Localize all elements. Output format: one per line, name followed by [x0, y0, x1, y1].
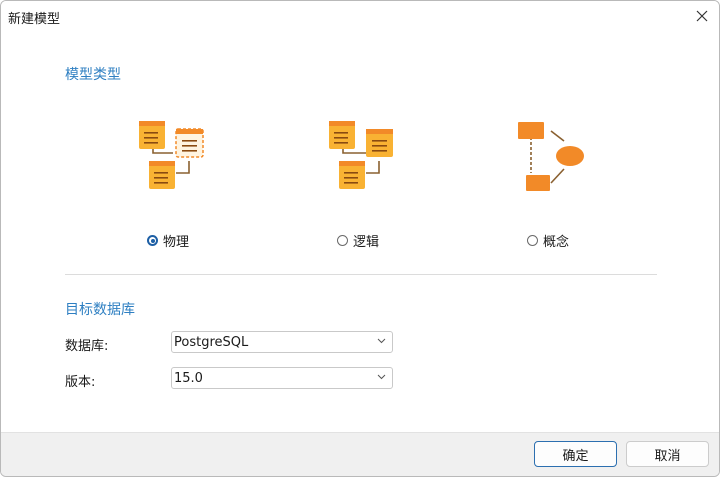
cancel-button[interactable]: 取消 [626, 441, 709, 467]
version-select[interactable]: 15.0 [171, 367, 393, 389]
version-label: 版本: [65, 375, 96, 390]
chevron-down-icon [377, 338, 386, 344]
target-database-heading: 目标数据库 [65, 302, 135, 318]
radio-physical-label: 物理 [163, 235, 190, 250]
radio-logical-label: 逻辑 [353, 235, 380, 250]
new-model-dialog: 新建模型 模型类型 物理 逻辑 概念 目标数据库 数据库: PostgreSQL… [0, 0, 720, 477]
database-label: 数据库: [65, 339, 109, 354]
radio-physical[interactable]: 物理 [147, 231, 189, 250]
close-button[interactable] [689, 4, 715, 28]
title-bar: 新建模型 [1, 1, 719, 31]
model-type-heading: 模型类型 [65, 67, 121, 83]
radio-logical[interactable]: 逻辑 [337, 231, 379, 250]
conceptual-model-icon [518, 122, 584, 191]
ok-button[interactable]: 确定 [534, 441, 617, 467]
database-select[interactable]: PostgreSQL [171, 331, 393, 353]
radio-conceptual-label: 概念 [543, 235, 570, 250]
physical-model-icon [139, 121, 204, 189]
radio-conceptual-indicator [527, 235, 538, 246]
section-divider [65, 274, 657, 275]
dialog-content: 模型类型 物理 逻辑 概念 目标数据库 数据库: PostgreSQL 版本: … [1, 31, 719, 432]
dialog-title: 新建模型 [8, 12, 61, 27]
chevron-down-icon [377, 374, 386, 380]
dialog-footer: 确定 取消 [1, 432, 719, 476]
version-select-value: 15.0 [174, 371, 203, 386]
radio-conceptual[interactable]: 概念 [527, 231, 569, 250]
database-select-value: PostgreSQL [174, 335, 249, 350]
radio-logical-indicator [337, 235, 348, 246]
logical-model-icon [329, 121, 393, 189]
radio-physical-indicator [147, 235, 158, 246]
close-icon [696, 10, 708, 22]
